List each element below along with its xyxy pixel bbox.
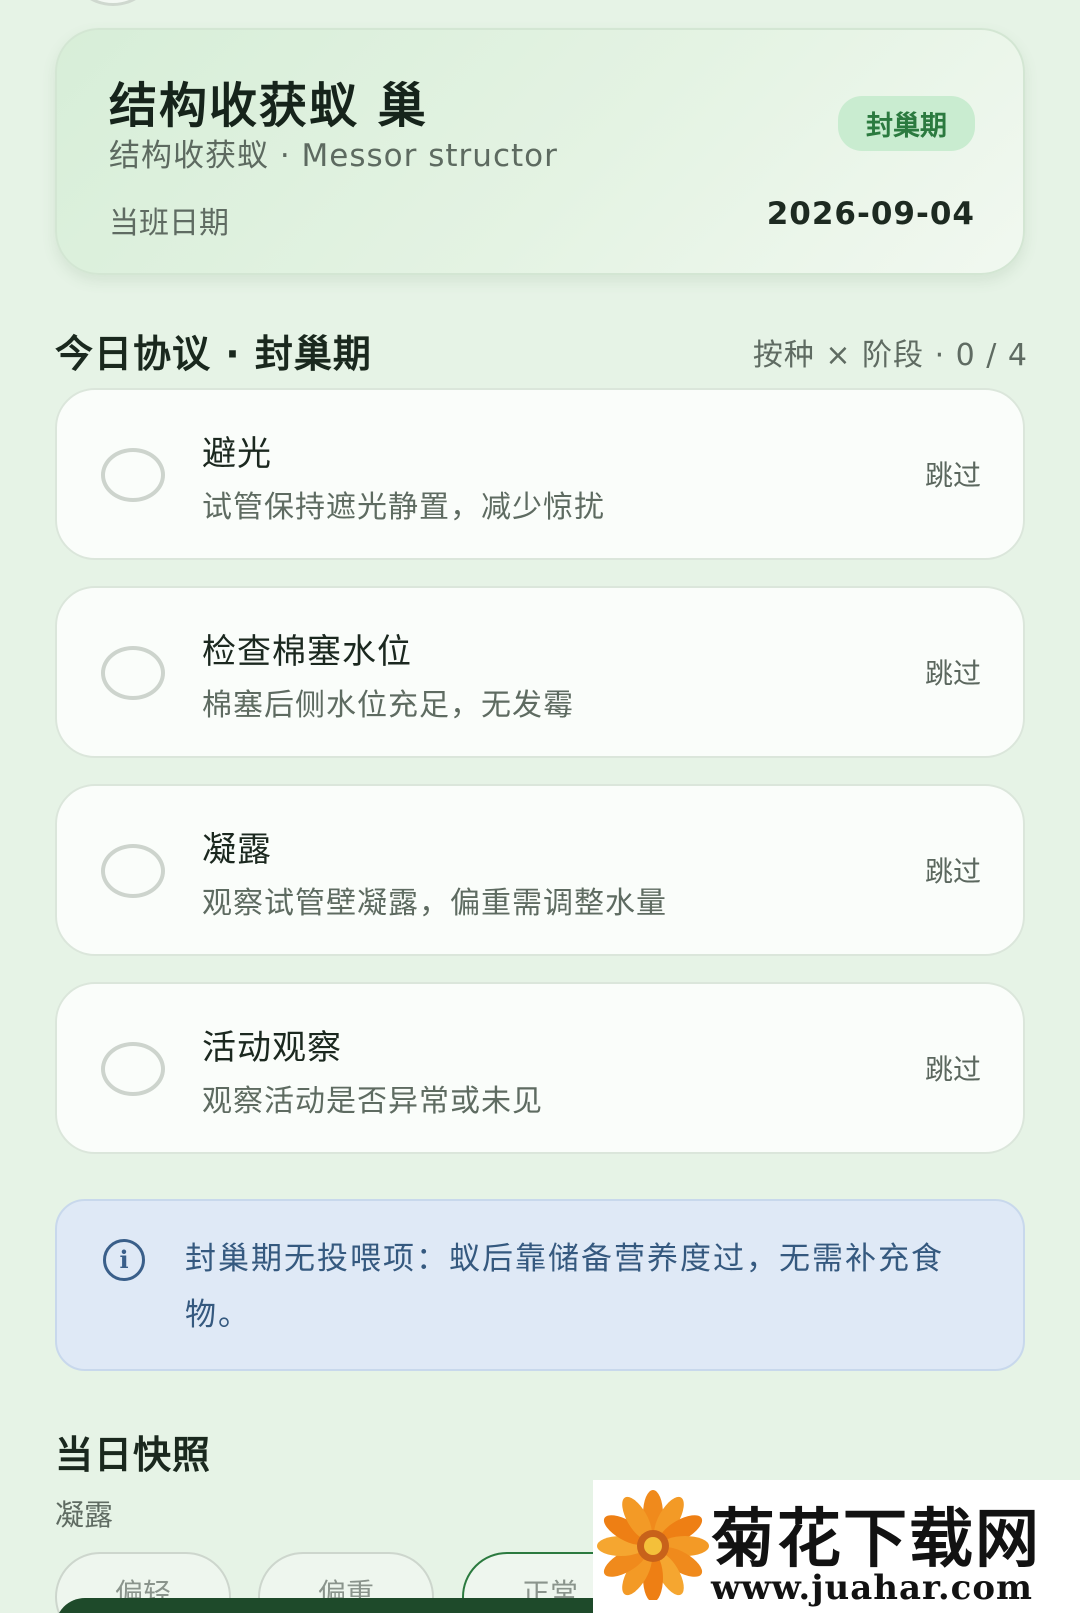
watermark-url: www.juahar.com	[711, 1568, 1034, 1608]
watermark-title: 菊花下载网	[711, 1503, 1041, 1577]
task-title: 避光	[202, 434, 272, 474]
back-button-circle[interactable]	[68, 0, 158, 6]
task-card[interactable]: 避光 试管保持遮光静置，减少惊扰 跳过	[55, 388, 1025, 560]
skip-button[interactable]: 跳过	[925, 850, 981, 890]
info-icon: i	[103, 1239, 145, 1281]
task-description: 试管保持遮光静置，减少惊扰	[202, 490, 605, 525]
skip-button[interactable]: 跳过	[925, 1048, 981, 1088]
notice-text: 封巢期无投喂项：蚁后靠储备营养度过，无需补充食物。	[185, 1241, 944, 1333]
snapshot-heading: 当日快照	[55, 1433, 212, 1477]
snapshot-field-label: 凝露	[55, 1498, 114, 1532]
task-card[interactable]: 凝露 观察试管壁凝露，偏重需调整水量 跳过	[55, 784, 1025, 956]
task-description: 棉塞后侧水位充足，无发霉	[202, 688, 574, 723]
duty-date-label: 当班日期	[109, 206, 229, 241]
task-card[interactable]: 活动观察 观察活动是否异常或未见 跳过	[55, 982, 1025, 1154]
feeding-notice: i 封巢期无投喂项：蚁后靠储备营养度过，无需补充食物。	[55, 1199, 1025, 1371]
stage-badge: 封巢期	[838, 96, 975, 151]
watermark-banner: 菊花下载网 www.juahar.com	[593, 1480, 1080, 1613]
task-title: 检查棉塞水位	[202, 632, 412, 672]
task-title: 凝露	[202, 830, 272, 870]
task-checkbox[interactable]	[101, 844, 165, 898]
species-subtitle: 结构收获蚁 · Messor structor	[109, 138, 558, 174]
task-card[interactable]: 检查棉塞水位 棉塞后侧水位充足，无发霉 跳过	[55, 586, 1025, 758]
task-description: 观察试管壁凝露，偏重需调整水量	[202, 886, 667, 921]
primary-action-bar[interactable]	[55, 1598, 655, 1613]
task-checkbox[interactable]	[101, 448, 165, 502]
task-checkbox[interactable]	[101, 1042, 165, 1096]
task-title: 活动观察	[202, 1028, 342, 1068]
skip-button[interactable]: 跳过	[925, 652, 981, 692]
page: 结构收获蚁 巢 结构收获蚁 · Messor structor 封巢期 当班日期…	[0, 0, 1080, 1613]
protocol-heading: 今日协议 · 封巢期	[55, 332, 372, 376]
protocol-progress: 按种 × 阶段 · 0 / 4	[752, 338, 1028, 373]
duty-date-value: 2026-09-04	[766, 196, 975, 232]
flower-logo-icon	[597, 1490, 709, 1600]
skip-button[interactable]: 跳过	[925, 454, 981, 494]
task-description: 观察活动是否异常或未见	[202, 1084, 543, 1119]
task-checkbox[interactable]	[101, 646, 165, 700]
colony-title: 结构收获蚁 巢	[109, 78, 428, 134]
colony-header-card: 结构收获蚁 巢 结构收获蚁 · Messor structor 封巢期 当班日期…	[55, 28, 1025, 275]
